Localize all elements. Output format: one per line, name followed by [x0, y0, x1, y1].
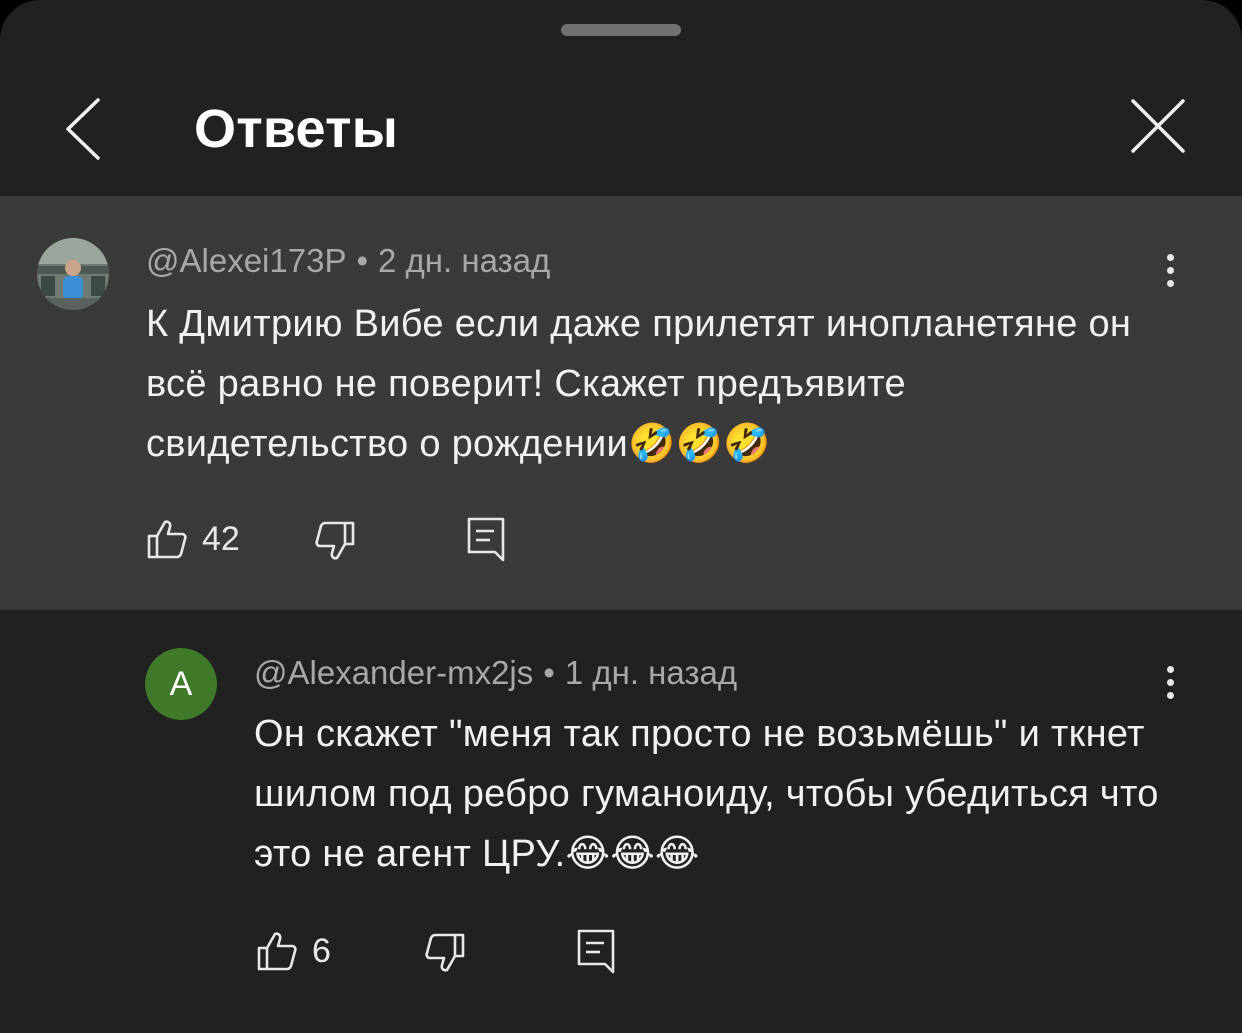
more-vert-icon-dot [1166, 679, 1174, 686]
avatar[interactable] [37, 238, 109, 310]
reply-button[interactable] [576, 928, 616, 974]
comment-author[interactable]: @Alexei173P [146, 242, 346, 279]
like-button[interactable]: 6 [256, 930, 331, 972]
reply-button[interactable] [466, 516, 506, 562]
comment-author[interactable]: @Alexander-mx2js [254, 654, 533, 691]
comment-meta: @Alexei173P • 2 дн. назад [146, 242, 550, 280]
sheet-header: Ответы [0, 60, 1242, 196]
meta-separator: • [543, 654, 555, 691]
dislike-button[interactable] [314, 520, 356, 562]
chevron-left-icon [66, 98, 100, 160]
comment-time: 2 дн. назад [378, 242, 551, 279]
close-button[interactable] [1128, 96, 1188, 156]
like-count: 6 [312, 931, 331, 970]
close-icon [1131, 99, 1185, 153]
like-count: 42 [202, 519, 240, 558]
more-vert-icon-dot [1166, 267, 1174, 274]
parent-comment: @Alexei173P • 2 дн. назад К Дмитрию Вибе е… [0, 198, 1242, 610]
comment-text: К Дмитрию Вибе если даже прилетят инопла… [146, 303, 1132, 465]
thumb-up-icon [257, 932, 297, 971]
avatar[interactable]: A [145, 648, 217, 720]
comment-time: 1 дн. назад [564, 654, 738, 691]
more-vert-icon-dot [1166, 280, 1174, 287]
avatar-photo [37, 238, 109, 310]
dislike-button[interactable] [424, 932, 466, 974]
thumb-down-icon [315, 521, 355, 560]
reply-comment: A @Alexander-mx2js • 1 дн. назад Он скажет… [0, 610, 1242, 1033]
comment-icon [467, 517, 505, 562]
replies-sheet: Ответы @Alexei173P • 2 дн. назад К Дмитр… [0, 0, 1242, 1033]
thumb-down-icon [425, 933, 465, 972]
meta-separator: • [356, 242, 369, 279]
like-button[interactable]: 42 [146, 518, 240, 560]
more-vert-icon-dot [1166, 692, 1174, 699]
more-vert-icon [1166, 666, 1174, 673]
comment-icon [577, 929, 615, 974]
more-vert-icon [1166, 254, 1174, 261]
page-title: Ответы [194, 99, 399, 159]
back-button[interactable] [58, 96, 108, 162]
more-options-button[interactable] [1158, 254, 1182, 304]
comment-text: Он скажет "меня так просто не возьмёшь" … [254, 713, 1159, 875]
drag-handle[interactable] [561, 24, 681, 36]
comment-meta: @Alexander-mx2js • 1 дн. назад [254, 654, 737, 692]
thumb-up-icon [147, 520, 187, 559]
